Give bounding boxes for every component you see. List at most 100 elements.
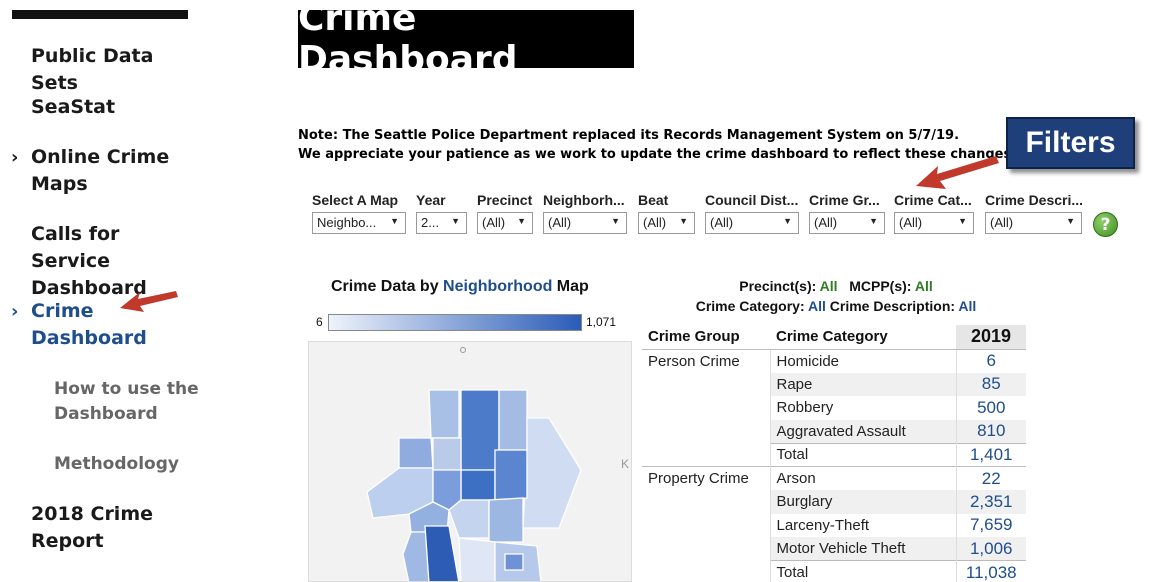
filter-crime-category: Crime Cat... (All) ▼ bbox=[894, 192, 974, 234]
map-region[interactable] bbox=[488, 497, 524, 543]
filter-crime-group: Crime Gr... (All) ▼ bbox=[809, 192, 885, 234]
header-year[interactable]: 2019 bbox=[956, 325, 1026, 350]
header-crime-category[interactable]: Crime Category bbox=[770, 325, 956, 350]
council-district-dropdown[interactable]: (All) ▼ bbox=[705, 212, 799, 234]
table-row[interactable]: Motor Vehicle Theft 1,006 bbox=[642, 537, 1026, 561]
filter-label: Beat bbox=[638, 192, 669, 208]
summary-line: Precinct(s): All MCPP(s): All bbox=[642, 276, 1030, 296]
subnav-label-line: How to use the bbox=[54, 379, 199, 399]
map-region[interactable] bbox=[504, 553, 524, 571]
map-region[interactable] bbox=[498, 389, 528, 451]
table-row[interactable]: Property Crime Arson 22 bbox=[642, 466, 1026, 490]
subnav-label-line: Dashboard bbox=[54, 404, 158, 424]
note-line: Note: The Seattle Police Department repl… bbox=[298, 128, 960, 143]
table-row-total[interactable]: Total 11,038 bbox=[642, 560, 1026, 582]
map-region[interactable] bbox=[522, 417, 582, 529]
map-region[interactable] bbox=[432, 437, 462, 471]
filter-crime-description: Crime Descri... (All) ▼ bbox=[985, 192, 1082, 234]
nav-public-data-sets[interactable]: Public Data Sets bbox=[31, 43, 200, 97]
map-title-post: Map bbox=[552, 278, 589, 295]
filter-beat: Beat (All) ▼ bbox=[638, 192, 695, 234]
legend-max-label: 1,071 bbox=[586, 315, 617, 329]
cell-category: Burglary bbox=[769, 490, 956, 514]
chevron-right-icon: › bbox=[11, 147, 19, 168]
summary-category-label: Crime Category: bbox=[695, 298, 805, 314]
map-region[interactable] bbox=[460, 389, 500, 471]
crime-group-dropdown[interactable]: (All) ▼ bbox=[809, 212, 885, 234]
beat-dropdown[interactable]: (All) ▼ bbox=[638, 212, 695, 234]
crime-category-dropdown[interactable]: (All) ▼ bbox=[894, 212, 974, 234]
precinct-dropdown[interactable]: (All) ▼ bbox=[477, 212, 533, 234]
cell-value: 22 bbox=[955, 466, 1026, 490]
filter-council-district: Council Dist... (All) ▼ bbox=[705, 192, 799, 234]
table-row[interactable]: Person Crime Homicide 6 bbox=[642, 348, 1026, 373]
cell-group bbox=[642, 561, 770, 582]
table-row-total[interactable]: Total 1,401 bbox=[642, 442, 1026, 467]
rms-note: Note: The Seattle Police Department repl… bbox=[298, 126, 1016, 164]
dropdown-arrow-icon: ▼ bbox=[517, 216, 526, 226]
crime-description-dropdown[interactable]: (All) ▼ bbox=[985, 212, 1082, 234]
cell-category: Larceny-Theft bbox=[769, 513, 956, 537]
nav-2018-crime-report[interactable]: 2018 Crime Report bbox=[31, 501, 153, 555]
nav-online-crime-maps[interactable]: Online Crime Maps bbox=[31, 144, 169, 198]
cell-category: Arson bbox=[769, 466, 956, 490]
map-title: Crime Data by Neighborhood Map bbox=[331, 278, 589, 296]
neighborhood-map-canvas: K bbox=[366, 347, 629, 582]
filter-label: Precinct bbox=[477, 192, 533, 208]
crime-table: Crime Group Crime Category 2019 Person C… bbox=[642, 325, 1026, 582]
nav-seastat[interactable]: SeaStat bbox=[31, 94, 115, 121]
cell-category: Total bbox=[769, 442, 956, 467]
map-title-pre: Crime Data by bbox=[331, 278, 444, 295]
neighborhood-dropdown[interactable]: (All) ▼ bbox=[543, 212, 627, 234]
filter-label: Crime Cat... bbox=[894, 192, 972, 208]
cell-group: Property Crime bbox=[642, 466, 770, 490]
table-row[interactable]: Robbery 500 bbox=[642, 396, 1026, 420]
neighborhood-map[interactable]: K bbox=[308, 341, 632, 582]
map-region[interactable] bbox=[428, 389, 460, 439]
map-title-highlight[interactable]: Neighborhood bbox=[443, 278, 552, 295]
table-row[interactable]: Larceny-Theft 7,659 bbox=[642, 513, 1026, 537]
map-region[interactable] bbox=[494, 449, 528, 501]
cell-group bbox=[642, 537, 770, 561]
table-row[interactable]: Aggravated Assault 810 bbox=[642, 419, 1026, 443]
subnav-how-to-use[interactable]: How to use the Dashboard bbox=[54, 377, 199, 427]
cell-category: Robbery bbox=[769, 396, 956, 420]
map-region[interactable] bbox=[460, 469, 496, 501]
table-row[interactable]: Burglary 2,351 bbox=[642, 490, 1026, 514]
cell-group bbox=[642, 443, 770, 467]
summary-description-label: Crime Description: bbox=[829, 298, 956, 314]
dropdown-arrow-icon: ▼ bbox=[1066, 216, 1075, 226]
help-icon[interactable]: ? bbox=[1093, 212, 1118, 237]
summary-category-value: All bbox=[808, 298, 826, 314]
header-crime-group[interactable]: Crime Group bbox=[642, 325, 770, 350]
map-region[interactable] bbox=[458, 537, 496, 582]
legend-color-ramp bbox=[328, 314, 582, 331]
filter-label: Crime Descri... bbox=[985, 192, 1082, 208]
filter-label: Select A Map bbox=[312, 192, 399, 208]
dropdown-arrow-icon: ▼ bbox=[869, 216, 878, 226]
nav-label-line: 2018 Crime bbox=[31, 503, 154, 525]
filter-select-map: Select A Map Neighbo... ▼ bbox=[312, 192, 406, 234]
dropdown-arrow-icon: ▼ bbox=[679, 216, 688, 226]
dropdown-value: (All) bbox=[990, 215, 1014, 230]
arrow-annotation-icon bbox=[916, 156, 999, 189]
cell-value: 500 bbox=[955, 396, 1026, 420]
cell-value: 7,659 bbox=[955, 513, 1026, 537]
map-region[interactable] bbox=[448, 499, 490, 539]
filter-neighborhood: Neighborh... (All) ▼ bbox=[543, 192, 627, 234]
cell-group: Person Crime bbox=[642, 348, 770, 373]
select-map-dropdown[interactable]: Neighbo... ▼ bbox=[312, 212, 406, 234]
subnav-methodology[interactable]: Methodology bbox=[54, 452, 179, 477]
cell-value: 1,006 bbox=[955, 537, 1026, 561]
chevron-right-icon: › bbox=[11, 301, 19, 322]
note-line: We appreciate your patience as we work t… bbox=[298, 147, 1017, 162]
map-region[interactable] bbox=[398, 437, 434, 469]
table-row[interactable]: Rape 85 bbox=[642, 372, 1026, 396]
cell-category: Total bbox=[769, 560, 956, 582]
filter-label: Neighborh... bbox=[543, 192, 625, 208]
filter-summary: Precinct(s): All MCPP(s): All Crime Cate… bbox=[642, 276, 1030, 316]
map-region[interactable] bbox=[424, 525, 460, 582]
year-dropdown[interactable]: 2... ▼ bbox=[416, 212, 467, 234]
page-title: Crime Dashboard bbox=[298, 0, 634, 80]
summary-precinct-label: Precinct(s): bbox=[739, 278, 817, 294]
